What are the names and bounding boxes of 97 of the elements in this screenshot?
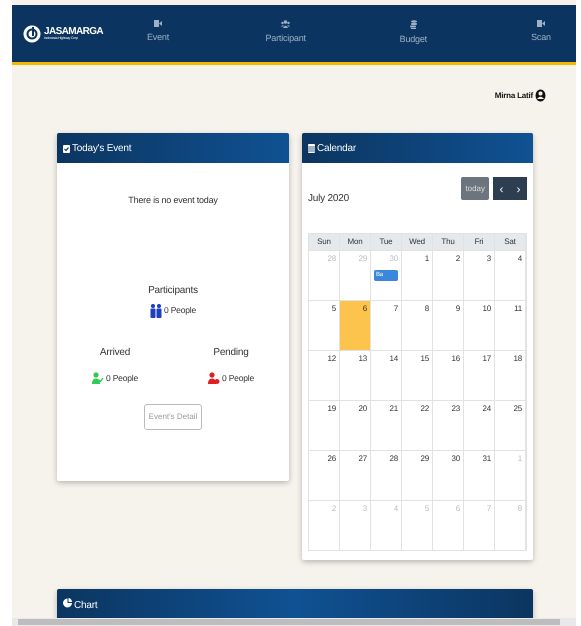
brand-name: JASAMARGA xyxy=(44,26,104,37)
day-cell[interactable]: 22 xyxy=(402,400,433,450)
day-number[interactable]: 26 xyxy=(328,453,336,465)
day-number[interactable]: 17 xyxy=(482,353,491,365)
day-cell[interactable]: 4 xyxy=(495,250,526,300)
day-number[interactable]: 12 xyxy=(328,353,336,365)
day-number[interactable]: 24 xyxy=(482,403,491,415)
day-number[interactable]: 29 xyxy=(420,453,429,465)
arrived-label: Arrived xyxy=(100,346,130,360)
day-cell[interactable]: 14 xyxy=(371,350,402,400)
day-number[interactable]: 3 xyxy=(486,253,491,265)
weekday-header: Fri xyxy=(464,234,495,250)
day-cell[interactable]: 23 xyxy=(433,400,464,450)
day-number[interactable]: 25 xyxy=(514,403,522,415)
day-number[interactable]: 9 xyxy=(456,303,460,315)
day-cell[interactable]: 20 xyxy=(340,400,371,450)
people-count: 0 People xyxy=(106,372,138,384)
coins-icon xyxy=(410,20,417,30)
card-title: Today's Event xyxy=(72,142,132,156)
participants-label: Participants xyxy=(148,284,198,298)
day-cell[interactable]: 31 xyxy=(464,450,495,500)
day-cell[interactable]: 17 xyxy=(464,350,495,400)
people-count: 0 People xyxy=(222,372,254,384)
nav-link[interactable]: Event xyxy=(123,20,193,47)
day-number[interactable]: 31 xyxy=(482,453,491,465)
day-number[interactable]: 11 xyxy=(514,303,522,315)
day-number[interactable]: 30 xyxy=(452,453,460,465)
day-cell[interactable]: 30 xyxy=(433,450,464,500)
horizontal-scrollbar[interactable] xyxy=(12,618,576,626)
day-cell[interactable]: 2 xyxy=(433,250,464,300)
day-number[interactable]: 22 xyxy=(420,403,429,415)
day-number[interactable]: 15 xyxy=(420,353,429,365)
day-cell[interactable]: 24 xyxy=(464,400,495,450)
weekday-header: Sun xyxy=(309,234,340,250)
logo-icon xyxy=(23,24,41,42)
month-title: July 2020 xyxy=(308,192,350,206)
card-title: Calendar xyxy=(317,142,356,156)
day-cell[interactable]: 16 xyxy=(433,350,464,400)
people-icon xyxy=(150,304,162,318)
weekday-header: Sat xyxy=(495,234,526,250)
day-number[interactable]: 28 xyxy=(390,453,398,465)
day-cell[interactable]: 18 xyxy=(495,350,526,400)
day-number[interactable]: 18 xyxy=(514,353,522,365)
user-icon xyxy=(535,89,546,102)
pie-chart-icon xyxy=(63,598,72,608)
today-cell[interactable]: 6 xyxy=(340,300,371,350)
people-icon xyxy=(281,20,290,28)
people-count: 0 People xyxy=(164,304,196,317)
day-cell[interactable]: 8 xyxy=(402,300,433,350)
day-number[interactable]: 16 xyxy=(452,353,460,365)
day-number[interactable]: 20 xyxy=(358,403,367,415)
calendar-icon xyxy=(308,144,315,152)
day-number[interactable]: 6 xyxy=(362,303,367,315)
video-camera-icon xyxy=(154,20,162,28)
day-cell[interactable]: 25 xyxy=(495,400,526,450)
empty-message: There is no event today xyxy=(128,194,218,207)
day-cell[interactable]: 15 xyxy=(402,350,433,400)
day-cell[interactable]: 21 xyxy=(371,400,402,450)
weekday-header: Mon xyxy=(340,234,371,250)
day-number[interactable]: 14 xyxy=(390,353,398,365)
pending-label: Pending xyxy=(213,346,249,360)
day-cell[interactable]: 27 xyxy=(340,450,371,500)
calendar-check-icon xyxy=(63,144,70,152)
nav-link[interactable]: Participant xyxy=(250,20,321,47)
day-cell[interactable]: 12 xyxy=(309,350,340,400)
day-cell[interactable]: 28 xyxy=(371,450,402,500)
user-name: Mirna Latif xyxy=(494,90,533,102)
day-cell[interactable]: 3 xyxy=(464,250,495,300)
card-title: Chart xyxy=(74,599,98,613)
day-cell[interactable]: 9 xyxy=(433,300,464,350)
day-cell[interactable]: 19 xyxy=(309,400,340,450)
day-cell[interactable]: 26 xyxy=(309,450,340,500)
nav-link[interactable]: Scan xyxy=(506,20,576,47)
day-number[interactable]: 5 xyxy=(332,303,336,315)
day-number[interactable]: 23 xyxy=(452,403,460,415)
day-number[interactable]: 13 xyxy=(358,353,367,365)
day-number[interactable]: 8 xyxy=(424,303,429,315)
day-number[interactable]: 2 xyxy=(456,253,460,265)
day-number[interactable]: 7 xyxy=(394,303,398,315)
weekday-header: Tue xyxy=(371,234,402,250)
day-cell[interactable]: 10 xyxy=(464,300,495,350)
weekday-header: Wed xyxy=(402,234,433,250)
day-cell[interactable]: 13 xyxy=(340,350,371,400)
day-number[interactable]: 19 xyxy=(328,403,336,415)
day-cell[interactable]: 1 xyxy=(402,250,433,300)
nav-link[interactable]: Budget xyxy=(378,20,448,47)
day-cell[interactable]: 29 xyxy=(402,450,433,500)
day-number[interactable]: 10 xyxy=(482,303,491,315)
weekday-header: Thu xyxy=(433,234,464,250)
person-check-icon xyxy=(92,372,104,384)
video-camera-icon xyxy=(536,20,545,28)
day-cell[interactable]: 11 xyxy=(495,300,526,350)
day-number[interactable]: 4 xyxy=(518,253,522,265)
day-number[interactable]: 27 xyxy=(358,453,367,465)
day-number[interactable]: 21 xyxy=(390,403,398,415)
day-cell[interactable]: 7 xyxy=(371,300,402,350)
day-number[interactable]: 1 xyxy=(424,253,429,265)
